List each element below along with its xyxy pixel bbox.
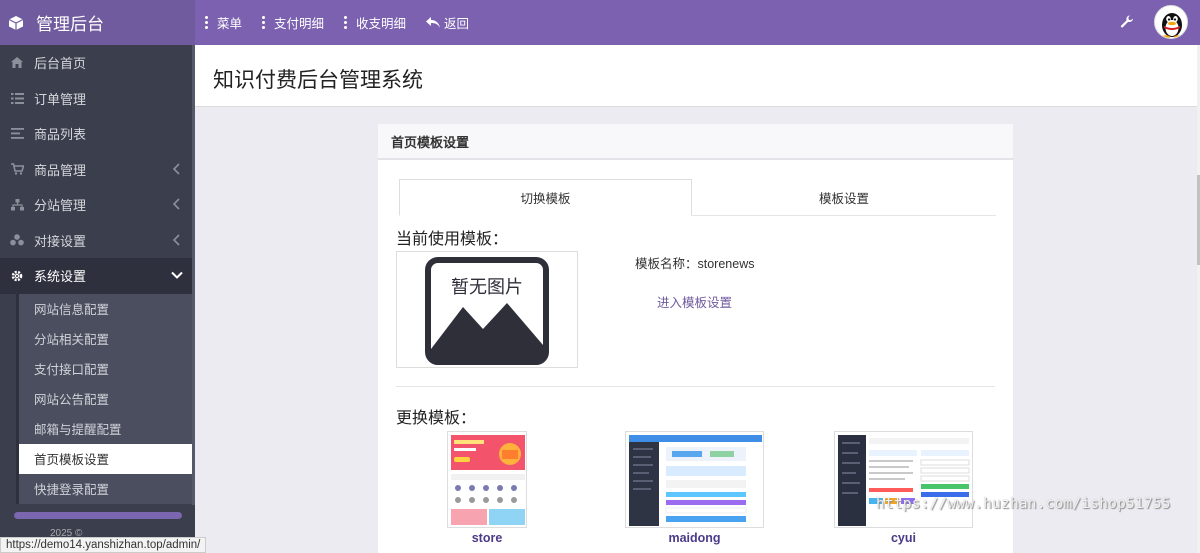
list-icon [10, 91, 24, 105]
cubes-icon [10, 233, 24, 247]
enter-template-settings-link[interactable]: 进入模板设置 [657, 292, 732, 311]
submenu-item-label: 分站相关配置 [34, 333, 110, 347]
sidebar-nav: 后台首页 订单管理 商品列表 商品管理 分站管理 对接设置 系统设置 [0, 45, 195, 294]
sidebar-item-orders[interactable]: 订单管理 [0, 81, 195, 117]
sidebar-item-product-manage[interactable]: 商品管理 [0, 152, 195, 188]
tab-switch-template[interactable]: 切换模板 [399, 179, 692, 216]
wrench-icon[interactable] [1120, 15, 1134, 29]
income-detail-button[interactable]: 收支明细 [344, 13, 406, 32]
brand[interactable]: 管理后台 [0, 0, 195, 45]
template-thumb-cyui[interactable] [834, 431, 973, 528]
vertical-dots-icon [205, 16, 209, 29]
submenu-item-label: 快捷登录配置 [34, 483, 110, 497]
change-template-heading: 更换模板： [396, 410, 477, 427]
vertical-dots-icon [344, 16, 348, 29]
sidebar-item-label: 对接设置 [34, 233, 87, 249]
maidong-preview-image [626, 432, 763, 527]
penguin-avatar-icon [1162, 13, 1182, 38]
watermark: https://www.huzhan.com/ishop51755 [876, 496, 1171, 512]
reply-icon [426, 16, 441, 28]
current-template-preview: 暂无图片 [396, 251, 578, 368]
status-bar-url: https://demo14.yanshizhan.top/admin/ [0, 537, 207, 553]
gear-icon [10, 269, 24, 283]
vertical-dots-icon [262, 16, 266, 29]
sidebar-item-label: 系统设置 [34, 269, 87, 285]
current-template-heading: 当前使用模板： [396, 231, 509, 248]
sidebar: 管理后台 后台首页 订单管理 商品列表 商品管理 分站管理 对接设置 系统设置 … [0, 0, 195, 553]
pay-detail-button[interactable]: 支付明细 [262, 13, 324, 32]
topbar: 菜单 支付明细 收支明细 返回 [195, 0, 1200, 45]
template-thumb-maidong[interactable] [625, 431, 764, 528]
cart-icon [10, 162, 24, 176]
chevron-left-icon [172, 233, 180, 246]
submenu-item-label: 网站公告配置 [34, 393, 110, 407]
pay-detail-label: 支付明细 [274, 17, 325, 31]
template-tabs: 切换模板 模板设置 [399, 179, 996, 216]
sidebar-item-label: 后台首页 [34, 56, 87, 72]
submenu-item-payment-config[interactable]: 支付接口配置 [19, 354, 195, 384]
sidebar-item-label: 订单管理 [34, 91, 87, 107]
sidebar-item-label: 商品管理 [34, 162, 87, 178]
sidebar-item-label: 分站管理 [34, 198, 87, 214]
panel-title: 首页模板设置 [378, 124, 1013, 160]
divider [396, 386, 995, 387]
avatar[interactable] [1154, 5, 1188, 39]
sidebar-item-integration[interactable]: 对接设置 [0, 223, 195, 259]
page-header: 知识付费后台管理系统 [195, 45, 1197, 107]
submenu-item-home-template[interactable]: 首页模板设置 [19, 443, 195, 474]
submenu-item-substation-config[interactable]: 分站相关配置 [19, 324, 195, 354]
menu-button[interactable]: 菜单 [205, 13, 242, 32]
sidebar-vertical-scrollbar[interactable] [192, 45, 195, 505]
sitemap-icon [10, 198, 24, 212]
cyui-preview-image [835, 432, 972, 527]
template-settings-panel: 首页模板设置 切换模板 模板设置 当前使用模板： 暂无图片 模板名称：store… [378, 124, 1013, 553]
submenu-item-announcement-config[interactable]: 网站公告配置 [19, 384, 195, 414]
income-detail-label: 收支明细 [356, 17, 407, 31]
chevron-left-icon [172, 162, 180, 175]
back-button[interactable]: 返回 [426, 13, 469, 32]
submenu-item-label: 支付接口配置 [34, 363, 110, 377]
page-title: 知识付费后台管理系统 [213, 69, 423, 92]
sidebar-horizontal-scrollbar[interactable] [14, 512, 182, 519]
back-label: 返回 [444, 17, 470, 31]
brand-title: 管理后台 [36, 15, 104, 34]
store-preview-image [448, 432, 526, 527]
submenu-system-settings: 网站信息配置 分站相关配置 支付接口配置 网站公告配置 邮箱与提醒配置 首页模板… [16, 293, 195, 504]
template-label-maidong[interactable]: maidong [625, 531, 764, 545]
template-label-cyui[interactable]: cyui [834, 531, 973, 545]
no-image-placeholder: 暂无图片 [425, 257, 549, 365]
sidebar-item-home[interactable]: 后台首页 [0, 45, 195, 81]
submenu-item-quick-login[interactable]: 快捷登录配置 [19, 474, 195, 504]
submenu-item-label: 首页模板设置 [34, 453, 110, 467]
submenu-item-label: 网站信息配置 [34, 303, 110, 317]
cube-icon [8, 15, 24, 30]
template-label-store[interactable]: store [447, 531, 527, 545]
submenu-item-label: 邮箱与提醒配置 [34, 423, 122, 437]
menu-label: 菜单 [217, 17, 243, 31]
chevron-left-icon [172, 198, 180, 210]
chevron-down-icon [171, 271, 183, 279]
submenu-item-site-info[interactable]: 网站信息配置 [19, 294, 195, 324]
no-image-text: 暂无图片 [451, 277, 523, 298]
template-name: 模板名称：storenews [635, 257, 755, 271]
sidebar-item-substation[interactable]: 分站管理 [0, 187, 195, 223]
tab-template-settings[interactable]: 模板设置 [692, 179, 996, 216]
lines-icon [10, 127, 24, 141]
sidebar-item-label: 商品列表 [34, 127, 87, 143]
sidebar-item-products[interactable]: 商品列表 [0, 116, 195, 152]
submenu-item-email-config[interactable]: 邮箱与提醒配置 [19, 414, 195, 444]
template-thumb-store[interactable] [447, 431, 527, 528]
home-icon [10, 56, 24, 70]
sidebar-item-system-settings[interactable]: 系统设置 [0, 258, 195, 294]
